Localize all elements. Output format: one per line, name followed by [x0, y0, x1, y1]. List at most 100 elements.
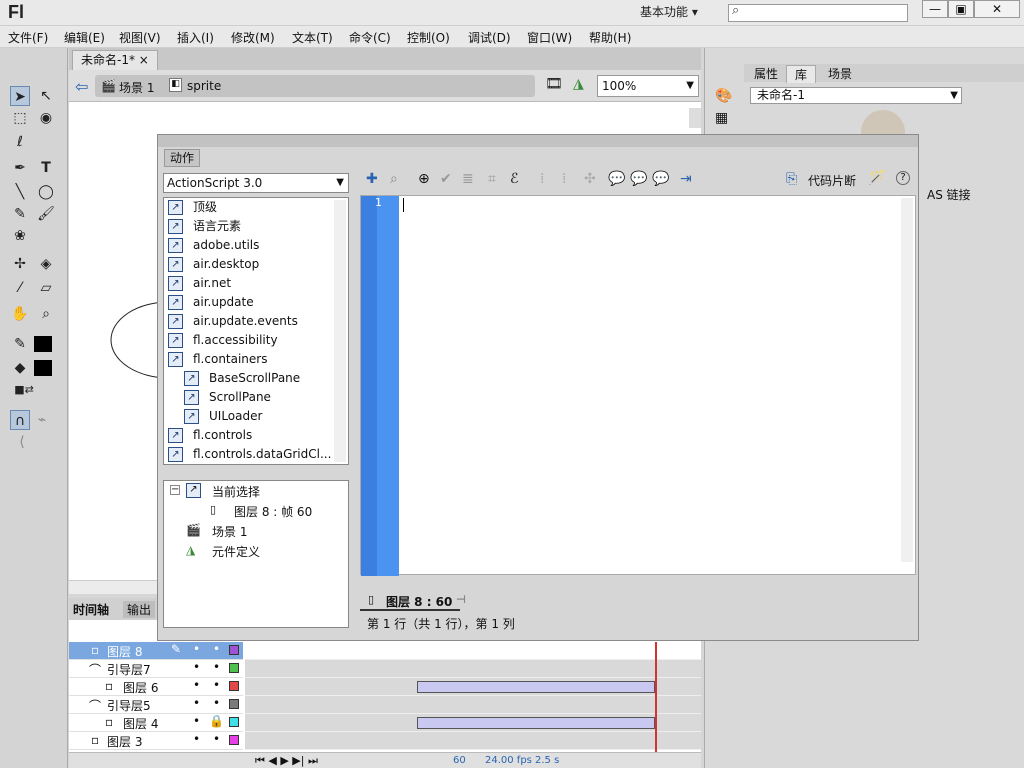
breadcrumb-scene[interactable]: 场景 1: [119, 79, 154, 96]
find-icon[interactable]: ⌕: [390, 171, 398, 187]
apply-line-comment-icon[interactable]: 💬: [630, 171, 647, 187]
menu-view[interactable]: 视图(V): [119, 29, 161, 46]
hand-tool-icon[interactable]: ✋: [10, 304, 30, 324]
selection-tool-icon[interactable]: ➤: [10, 86, 30, 106]
script-tab[interactable]: ▯ 图层 8 : 60 ⊣: [360, 591, 466, 611]
3d-rotation-icon[interactable]: ◉: [36, 108, 56, 128]
expand-all-icon[interactable]: ✣: [584, 171, 596, 187]
layer-row[interactable]: ⌒ 引导层5 • •: [69, 696, 243, 714]
oval-tool-icon[interactable]: ◯: [36, 182, 56, 202]
layer-row[interactable]: ▫ 图层 3 • •: [69, 732, 243, 750]
bone-tool-icon[interactable]: ✢: [10, 254, 30, 274]
minimize-button[interactable]: —: [922, 0, 948, 18]
tab-properties[interactable]: 属性: [746, 65, 786, 82]
outline-color-swatch[interactable]: [229, 717, 239, 727]
actions-panel-tab[interactable]: 动作: [164, 149, 200, 167]
actions-tree-item[interactable]: ↗ 语言元素: [168, 217, 241, 236]
smooth-icon[interactable]: ⌁: [32, 410, 52, 430]
back-arrow-icon[interactable]: ⇦: [75, 77, 88, 96]
frame-row[interactable]: [245, 696, 701, 714]
tab-output[interactable]: 输出: [123, 601, 156, 618]
auto-format-icon[interactable]: ≣: [462, 171, 474, 187]
actions-tree-item[interactable]: ↗ air.net: [168, 274, 231, 293]
snap-magnet-icon[interactable]: ∩: [10, 410, 30, 430]
layer-row[interactable]: ▫ 图层 6 • •: [69, 678, 243, 696]
menu-commands[interactable]: 命令(C): [349, 29, 391, 46]
frame-row[interactable]: [245, 678, 701, 696]
visibility-dot[interactable]: •: [193, 642, 200, 656]
actions-tree-item[interactable]: ↗ 顶级: [168, 198, 217, 217]
tree-vertical-scrollbar[interactable]: [334, 200, 346, 462]
pin-script-icon[interactable]: ⊣: [456, 593, 466, 606]
pencil-tool-icon[interactable]: ✎: [10, 204, 30, 224]
script-editor[interactable]: 1: [360, 195, 916, 576]
layer-row[interactable]: ▫ 图层 8 ✎ • •: [69, 642, 243, 660]
menu-insert[interactable]: 插入(I): [177, 29, 214, 46]
insert-target-path-icon[interactable]: ⊕: [418, 171, 430, 187]
stroke-color-swatch[interactable]: [34, 336, 52, 352]
actions-tree-item[interactable]: ↗ air.update.events: [168, 312, 298, 331]
help-search-input[interactable]: ⌕: [728, 3, 908, 22]
frame-row[interactable]: [245, 642, 701, 660]
code-snippets-icon[interactable]: ⎘: [786, 171, 797, 187]
text-tool-icon[interactable]: T: [36, 158, 56, 178]
remove-comment-icon[interactable]: 💬: [652, 171, 669, 187]
actions-tree-item[interactable]: ↗ air.update: [168, 293, 254, 312]
maximize-button[interactable]: ▣: [948, 0, 974, 18]
close-button[interactable]: ✕: [974, 0, 1020, 18]
stage-vertical-scrollbar[interactable]: [689, 108, 701, 128]
fill-color-icon[interactable]: ◆: [10, 358, 30, 378]
help-icon[interactable]: ?: [896, 171, 910, 185]
zoom-select[interactable]: 100% ▼: [597, 75, 699, 97]
line-tool-icon[interactable]: ╲: [10, 182, 30, 202]
free-transform-icon[interactable]: ⬚: [10, 108, 30, 128]
deco-tool-icon[interactable]: ❀: [10, 226, 30, 246]
menu-help[interactable]: 帮助(H): [589, 29, 631, 46]
add-statement-icon[interactable]: ✚: [366, 171, 378, 187]
outline-color-swatch[interactable]: [229, 735, 239, 745]
playhead[interactable]: [655, 642, 657, 752]
paint-bucket-icon[interactable]: ◈: [36, 254, 56, 274]
outline-color-swatch[interactable]: [229, 663, 239, 673]
actions-tree-item[interactable]: ↗ UILoader: [184, 407, 262, 426]
fill-color-swatch[interactable]: [34, 360, 52, 376]
zoom-tool-icon[interactable]: ⌕: [36, 304, 56, 324]
wand-icon[interactable]: 🪄: [868, 170, 885, 186]
eyedropper-icon[interactable]: ⁄: [10, 278, 30, 298]
actions-tree-item[interactable]: ↗ adobe.utils: [168, 236, 259, 255]
lasso-icon[interactable]: ℓ: [10, 132, 30, 152]
layer-row[interactable]: ▫ 图层 4 • 🔒: [69, 714, 243, 732]
outline-color-swatch[interactable]: [229, 645, 239, 655]
menu-text[interactable]: 文本(T): [292, 29, 333, 46]
swatches-panel-icon[interactable]: ▦: [715, 110, 728, 126]
edit-symbols-icon[interactable]: ◮: [573, 76, 584, 92]
menu-edit[interactable]: 编辑(E): [64, 29, 105, 46]
nav-current-selection[interactable]: 当前选择: [212, 483, 260, 500]
check-syntax-icon[interactable]: ✔: [440, 171, 452, 187]
frame-row[interactable]: [245, 660, 701, 678]
tab-library[interactable]: 库: [786, 65, 817, 83]
editor-vertical-scrollbar[interactable]: [901, 198, 913, 562]
edit-scene-icon[interactable]: 🎞: [545, 76, 563, 92]
brush-tool-icon[interactable]: 🖌: [36, 204, 56, 224]
menu-window[interactable]: 窗口(W): [527, 29, 572, 46]
actionscript-version-select[interactable]: ActionScript 3.0 ▼: [163, 173, 349, 193]
actions-tree-item[interactable]: ↗ fl.controls: [168, 426, 252, 445]
outline-color-swatch[interactable]: [229, 681, 239, 691]
document-tab-close-icon[interactable]: ×: [139, 53, 149, 67]
collapse-selection-icon[interactable]: ⁞: [562, 171, 566, 187]
default-colors-icon[interactable]: ■⇄: [14, 380, 34, 400]
actions-tree-item[interactable]: ↗ fl.controls.dataGridCl...: [168, 445, 331, 464]
actions-tree-item[interactable]: ↗ BaseScrollPane: [184, 369, 300, 388]
lock-dot[interactable]: •: [213, 642, 220, 656]
debug-options-icon[interactable]: ℰ: [510, 171, 518, 187]
actions-tree-item[interactable]: ↗ fl.containers: [168, 350, 267, 369]
actions-tree-item[interactable]: ↗ air.desktop: [168, 255, 259, 274]
breadcrumb-symbol[interactable]: sprite: [187, 79, 221, 93]
show-hide-toolbox-icon[interactable]: ⇥: [680, 171, 692, 187]
menu-file[interactable]: 文件(F): [8, 29, 48, 46]
collapse-toggle-icon[interactable]: −: [170, 485, 180, 495]
collapse-between-braces-icon[interactable]: ⁞: [540, 171, 544, 187]
show-code-hint-icon[interactable]: ⌗: [488, 171, 496, 187]
lock-icon[interactable]: 🔒: [209, 714, 224, 728]
